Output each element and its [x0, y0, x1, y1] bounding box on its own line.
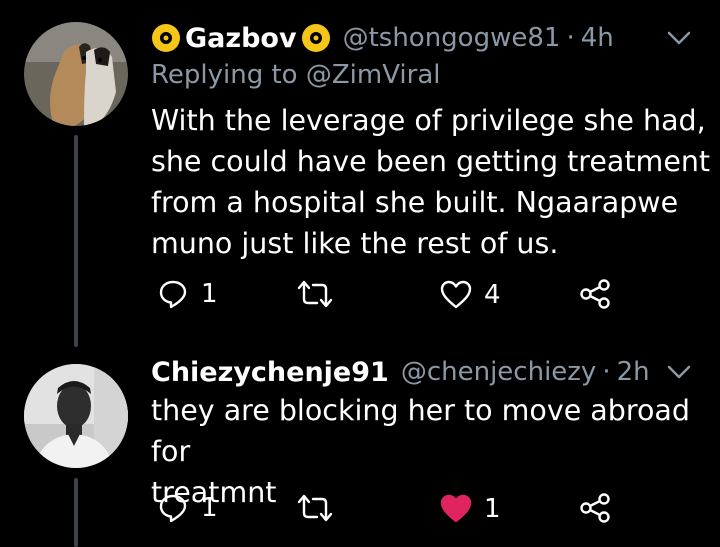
like-button[interactable]: 1: [440, 494, 501, 524]
tweet-text-line: muno just like the rest of us.: [151, 227, 559, 260]
share-icon: [580, 493, 610, 523]
separator-dot: ·: [566, 23, 575, 53]
like-icon: [440, 280, 472, 309]
replying-to-label: Replying to: [151, 60, 298, 90]
reply-button[interactable]: 1: [157, 492, 218, 524]
tweet-text-line: treatmnt: [151, 476, 277, 509]
retweet-icon: [297, 494, 333, 522]
reply-button[interactable]: 1: [157, 278, 218, 310]
like-count: 4: [484, 280, 501, 310]
display-name[interactable]: Gazbov: [185, 23, 297, 54]
replying-to-handle[interactable]: @ZimViral: [306, 60, 441, 90]
tweet-text-line: from a hospital she built. Ngaarapwe: [151, 186, 679, 219]
tweet-text-line: With the leverage of privilege she had,: [151, 104, 706, 137]
tweet-text-line: they are blocking her to move abroad for: [151, 394, 690, 468]
tweet-text-line: she could have been getting treatment: [151, 145, 711, 178]
like-count: 1: [484, 494, 501, 524]
reply-count: 1: [201, 279, 218, 309]
avatar[interactable]: [24, 22, 128, 126]
user-handle[interactable]: @tshongogwe81: [343, 23, 561, 53]
badge-icon: [151, 23, 181, 53]
like-icon: [440, 494, 472, 523]
reply-icon: [159, 494, 187, 523]
retweet-icon: [297, 280, 333, 308]
badge-icon: [301, 23, 331, 53]
timestamp[interactable]: 2h: [617, 357, 650, 387]
retweet-button[interactable]: [297, 279, 333, 309]
tweet-header: Chiezychenje91 @chenjechiezy · 2h: [151, 354, 650, 390]
tweet-header: Gazbov @tshongogwe81 · 4h: [151, 20, 614, 56]
user-handle[interactable]: @chenjechiezy: [401, 357, 597, 387]
avatar[interactable]: [24, 364, 128, 468]
display-name[interactable]: Chiezychenje91: [151, 357, 389, 388]
thread-line: [74, 135, 78, 347]
share-button[interactable]: [579, 278, 611, 310]
replying-to: Replying to @ZimViral: [151, 60, 441, 90]
like-button[interactable]: 4: [440, 280, 501, 310]
reply-count: 1: [201, 493, 218, 523]
tweet-text: With the leverage of privilege she had, …: [151, 100, 710, 264]
avatar-image-person: [24, 364, 128, 468]
share-icon: [580, 279, 610, 309]
reply-icon: [159, 280, 187, 309]
thread-line: [74, 478, 78, 547]
chevron-down-icon[interactable]: [665, 362, 693, 382]
timestamp[interactable]: 4h: [581, 23, 614, 53]
tweet-text: they are blocking her to move abroad for…: [151, 390, 720, 513]
share-button[interactable]: [579, 492, 611, 524]
retweet-button[interactable]: [297, 493, 333, 523]
separator-dot: ·: [602, 357, 611, 387]
chevron-down-icon[interactable]: [665, 28, 693, 48]
avatar-image-dog: [24, 22, 128, 126]
